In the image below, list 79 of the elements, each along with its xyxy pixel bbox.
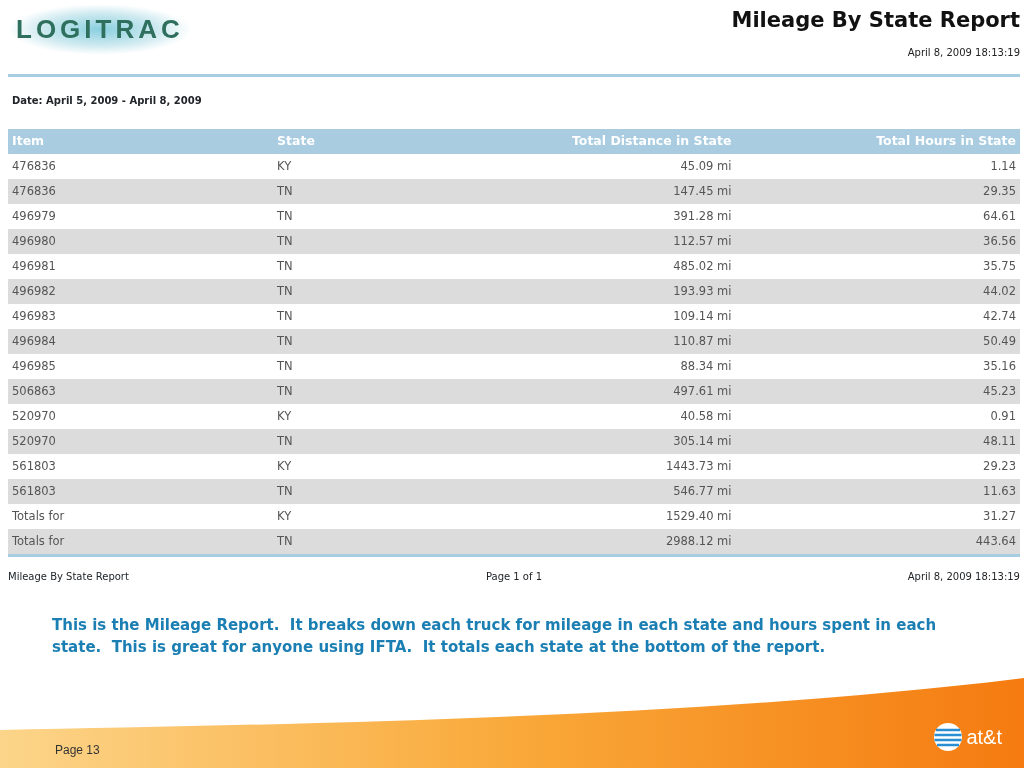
column-header: State <box>273 129 413 154</box>
report-timestamp: April 8, 2009 18:13:19 <box>906 45 1020 60</box>
table-cell: 42.74 <box>735 304 1020 329</box>
table-cell: 1443.73 mi <box>413 454 736 479</box>
table-cell: KY <box>273 404 413 429</box>
table-cell: TN <box>273 254 413 279</box>
table-cell: TN <box>273 304 413 329</box>
table-cell: TN <box>273 179 413 204</box>
table-cell: KY <box>273 154 413 179</box>
table-cell: 1529.40 mi <box>413 504 736 529</box>
table-cell: TN <box>273 204 413 229</box>
table-cell: TN <box>273 229 413 254</box>
column-header: Total Hours in State <box>735 129 1020 154</box>
table-cell: 496982 <box>8 279 273 304</box>
table-cell: TN <box>273 279 413 304</box>
table-cell: 485.02 mi <box>413 254 736 279</box>
table-cell: 496981 <box>8 254 273 279</box>
report-title: Mileage By State Report <box>731 7 1020 34</box>
table-cell: 147.45 mi <box>413 179 736 204</box>
table-cell: 88.34 mi <box>413 354 736 379</box>
table-cell: 36.56 <box>735 229 1020 254</box>
table-cell: KY <box>273 454 413 479</box>
column-header: Total Distance in State <box>413 129 736 154</box>
table-cell: 496983 <box>8 304 273 329</box>
table-cell: 496984 <box>8 329 273 354</box>
table-cell: 31.27 <box>735 504 1020 529</box>
table-cell: 45.23 <box>735 379 1020 404</box>
slide-page-number: Page 13 <box>55 742 100 759</box>
table-cell: Totals for <box>8 504 273 529</box>
table-cell: 35.16 <box>735 354 1020 379</box>
table-cell: 109.14 mi <box>413 304 736 329</box>
logo: LOGITRAC <box>8 4 192 55</box>
footer-timestamp: April 8, 2009 18:13:19 <box>906 570 1020 584</box>
slide-caption: This is the Mileage Report. It breaks down each truck for mileage in each state and hours spent in each state. This is great for anyone using IFTA. It totals each state at the bottom of the report. <box>52 615 938 658</box>
table-cell: 496979 <box>8 204 273 229</box>
brand-logo-text: at&t <box>966 725 1002 750</box>
table-cell: 305.14 mi <box>413 429 736 454</box>
table-cell: 45.09 mi <box>413 154 736 179</box>
table-cell: 29.35 <box>735 179 1020 204</box>
table-cell: 50.49 <box>735 329 1020 354</box>
table-cell: 546.77 mi <box>413 479 736 504</box>
table-cell: KY <box>273 504 413 529</box>
table-cell: 11.63 <box>735 479 1020 504</box>
table-cell: 1.14 <box>735 154 1020 179</box>
table-cell: 497.61 mi <box>413 379 736 404</box>
column-header: Item <box>8 129 273 154</box>
table-cell: 520970 <box>8 404 273 429</box>
table-cell: TN <box>273 529 413 554</box>
table-cell: 40.58 mi <box>413 404 736 429</box>
globe-icon <box>933 722 964 752</box>
table-cell: TN <box>273 354 413 379</box>
table-cell: TN <box>273 379 413 404</box>
table-cell: TN <box>273 329 413 354</box>
table-cell: TN <box>273 429 413 454</box>
table-cell: 476836 <box>8 179 273 204</box>
table-cell: 443.64 <box>735 529 1020 554</box>
date-range: Date: April 5, 2009 - April 8, 2009 <box>12 95 202 106</box>
table-cell: 561803 <box>8 454 273 479</box>
table-cell: 496980 <box>8 229 273 254</box>
table-cell: 496985 <box>8 354 273 379</box>
table-cell: 48.11 <box>735 429 1020 454</box>
table-cell: 0.91 <box>735 404 1020 429</box>
table-cell: 64.61 <box>735 204 1020 229</box>
page-number: Page 1 of 1 <box>485 570 543 584</box>
table-cell: 391.28 mi <box>413 204 736 229</box>
table-cell: 476836 <box>8 154 273 179</box>
table-cell: 506863 <box>8 379 273 404</box>
footer-report-name: Mileage By State Report <box>8 570 130 584</box>
table-cell: 29.23 <box>735 454 1020 479</box>
table-cell: 112.57 mi <box>413 229 736 254</box>
table-cell: 110.87 mi <box>413 329 736 354</box>
table-cell: 520970 <box>8 429 273 454</box>
table-cell: TN <box>273 479 413 504</box>
table-cell: Totals for <box>8 529 273 554</box>
table-cell: 35.75 <box>735 254 1020 279</box>
table-cell: 193.93 mi <box>413 279 736 304</box>
table-cell: 44.02 <box>735 279 1020 304</box>
table-cell: 561803 <box>8 479 273 504</box>
table-cell: 2988.12 mi <box>413 529 736 554</box>
